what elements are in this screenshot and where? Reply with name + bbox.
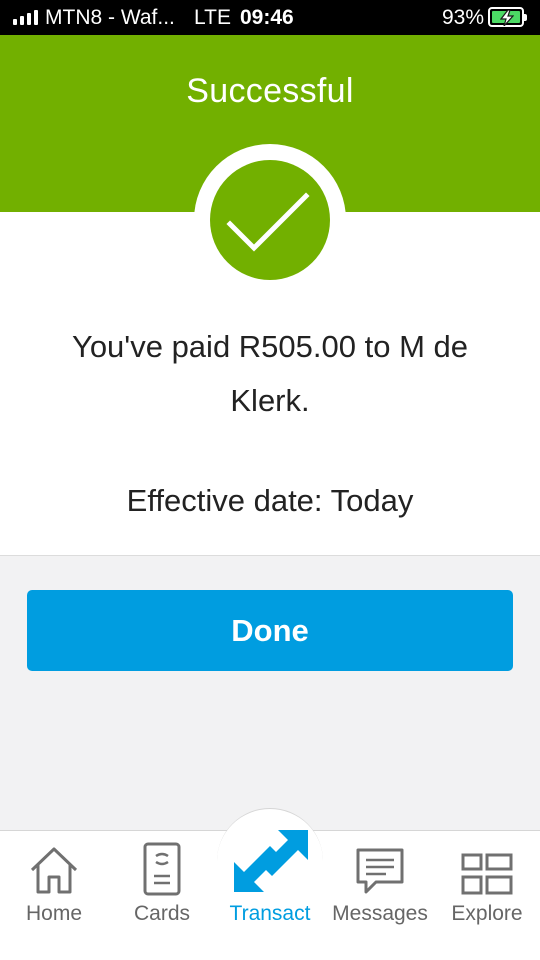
status-time: 09:46 bbox=[240, 6, 294, 29]
tab-transact-label: Transact bbox=[229, 902, 311, 925]
checkmark-icon bbox=[210, 160, 330, 280]
message-icon bbox=[354, 836, 406, 896]
carrier-name: MTN8 - Waf... bbox=[45, 6, 175, 29]
status-bar: MTN8 - Waf... LTE 09:46 93% bbox=[0, 0, 540, 35]
tab-cards[interactable]: Cards bbox=[124, 836, 200, 936]
battery-icon bbox=[488, 7, 527, 27]
battery-level-fill bbox=[492, 10, 520, 26]
signal-strength-icon bbox=[13, 9, 38, 25]
tab-home-label: Home bbox=[25, 902, 83, 925]
payment-confirmation-message: You've paid R505.00 to M de Klerk. bbox=[71, 329, 468, 418]
network-type: LTE bbox=[194, 6, 231, 29]
card-icon bbox=[142, 836, 182, 896]
home-icon bbox=[28, 836, 80, 896]
battery-percent: 93% bbox=[442, 6, 485, 29]
charging-bolt-icon bbox=[500, 10, 514, 26]
transfer-arrows-icon bbox=[230, 826, 310, 896]
page-title: Successful bbox=[186, 72, 354, 110]
tab-messages-label: Messages bbox=[332, 902, 428, 925]
done-button[interactable]: Done bbox=[27, 590, 513, 671]
tab-explore-label: Explore bbox=[451, 902, 523, 925]
payment-success-screen: MTN8 - Waf... LTE 09:46 93% Successful Y… bbox=[0, 0, 540, 960]
effective-date-text: Effective date: Today bbox=[126, 483, 414, 518]
grid-icon bbox=[460, 836, 514, 896]
tab-transact[interactable]: Transact bbox=[220, 826, 320, 926]
tab-cards-label: Cards bbox=[133, 902, 191, 925]
tab-home[interactable]: Home bbox=[14, 836, 94, 936]
tab-messages[interactable]: Messages bbox=[325, 836, 435, 936]
tab-explore[interactable]: Explore bbox=[442, 836, 532, 936]
